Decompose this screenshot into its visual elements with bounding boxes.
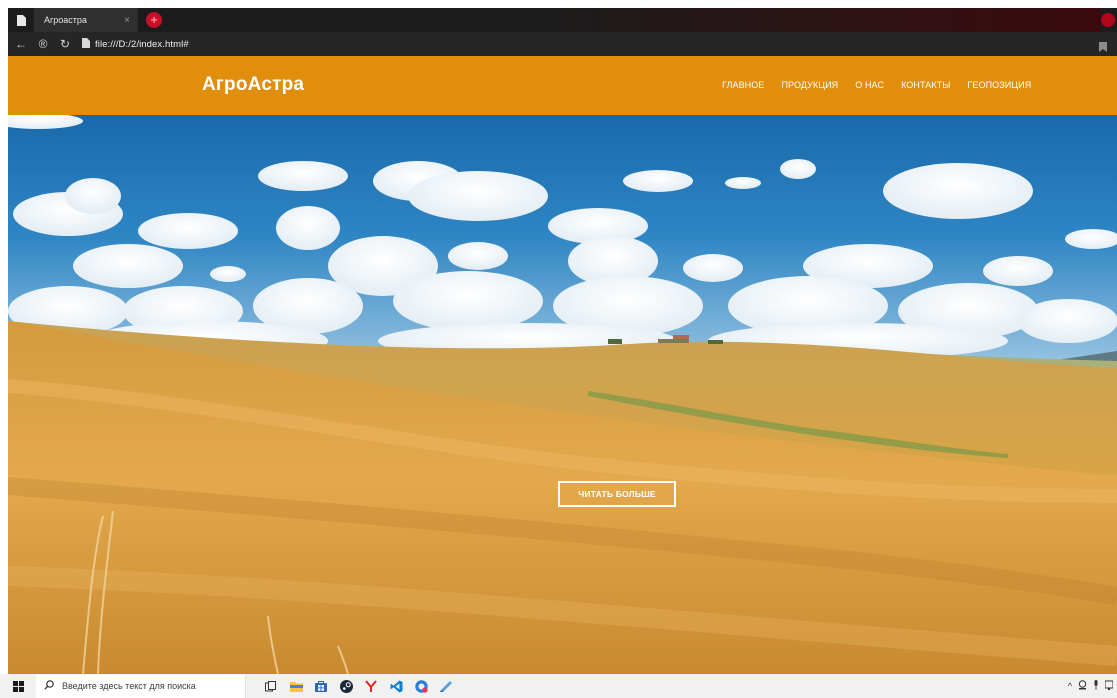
file-explorer-icon[interactable]	[285, 674, 307, 698]
hero-image	[8, 56, 1117, 674]
menu-item-main[interactable]: ГЛАВНОЕ	[722, 80, 764, 90]
menu-item-about[interactable]: О НАС	[855, 80, 884, 90]
tabbar-background	[162, 8, 1101, 32]
taskbar-search[interactable]: Введите здесь текст для поиска	[36, 674, 246, 698]
site-logo[interactable]: АгроАстра	[202, 74, 304, 96]
reload-button[interactable]: ↻	[54, 32, 76, 56]
screen: Агроастра × + ← ® ↻ file:///D:/2/index.h…	[0, 0, 1117, 698]
new-tab-button[interactable]: +	[146, 12, 162, 28]
yandex-browser-icon[interactable]	[360, 674, 382, 698]
bookmark-icon[interactable]	[1099, 39, 1107, 52]
browser-menu-icon[interactable]	[1101, 13, 1115, 27]
site-info-button[interactable]: ®	[32, 32, 54, 56]
menu-item-geoposition[interactable]: ГЕОПОЗИЦИЯ	[967, 80, 1031, 90]
taskbar-apps	[260, 674, 460, 698]
windows-start-icon[interactable]	[0, 674, 36, 698]
screen-edge	[0, 0, 8, 698]
site-header: АгроАстра ГЛАВНОЕ ПРОДУКЦИЯ О НАС КОНТАК…	[8, 56, 1117, 115]
url-text: file:///D:/2/index.html#	[95, 38, 189, 50]
search-icon	[44, 677, 54, 695]
website: АгроАстра ГЛАВНОЕ ПРОДУКЦИЯ О НАС КОНТАК…	[8, 56, 1117, 674]
read-more-button[interactable]: ЧИТАТЬ БОЛЬШЕ	[558, 481, 676, 507]
system-tray: ^	[1068, 674, 1117, 698]
page-icon	[8, 8, 34, 32]
browser-tab[interactable]: Агроастра ×	[34, 8, 138, 32]
file-icon	[82, 35, 90, 53]
url-field[interactable]: file:///D:/2/index.html#	[82, 35, 1099, 53]
back-button[interactable]: ←	[10, 32, 32, 56]
menu-item-products[interactable]: ПРОДУКЦИЯ	[781, 80, 838, 90]
store-icon[interactable]	[310, 674, 332, 698]
search-placeholder: Введите здесь текст для поиска	[62, 681, 196, 691]
browser-tabbar: Агроастра × +	[8, 8, 1117, 32]
tab-title: Агроастра	[44, 15, 87, 25]
browser-addressbar: ← ® ↻ file:///D:/2/index.html#	[8, 32, 1117, 56]
tray-app-icon[interactable]	[1078, 680, 1087, 692]
tray-chevron-icon[interactable]: ^	[1068, 681, 1072, 691]
menu-item-contacts[interactable]: КОНТАКТЫ	[901, 80, 950, 90]
task-view-icon[interactable]	[260, 674, 282, 698]
vscode-icon[interactable]	[385, 674, 407, 698]
main-menu: ГЛАВНОЕ ПРОДУКЦИЯ О НАС КОНТАКТЫ ГЕОПОЗИ…	[722, 80, 1048, 90]
network-icon[interactable]	[1104, 680, 1114, 692]
close-icon[interactable]: ×	[124, 15, 130, 26]
opera-gx-icon[interactable]	[410, 674, 432, 698]
microphone-icon[interactable]	[1093, 680, 1099, 692]
app-icon[interactable]	[435, 674, 457, 698]
steam-icon[interactable]	[335, 674, 357, 698]
taskbar: Введите здесь текст для поиска ^	[0, 674, 1117, 698]
